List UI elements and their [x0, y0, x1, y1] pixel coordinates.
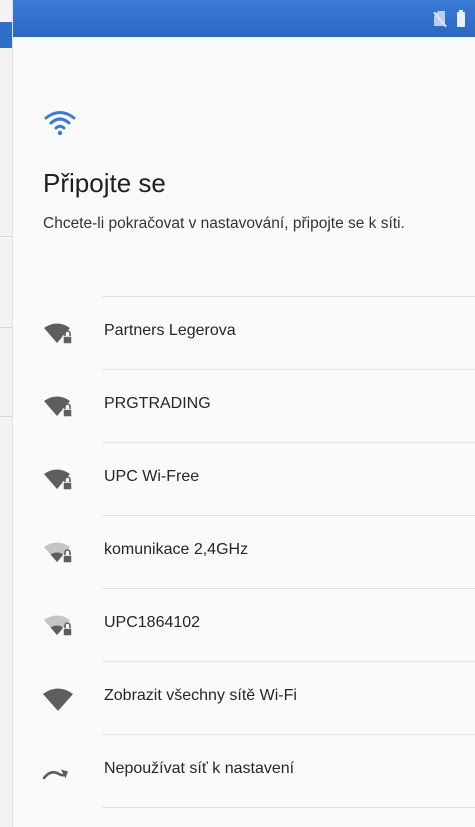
network-name: PRGTRADING	[104, 395, 211, 412]
wifi-icon	[43, 108, 77, 141]
network-item[interactable]: UPC Wi-Free	[13, 442, 475, 515]
show-all-networks-button[interactable]: Zobrazit všechny sítě Wi-Fi	[13, 661, 475, 734]
skip-network-label: Nepoužívat síť k nastavení	[104, 760, 295, 777]
wifi-lock-icon	[43, 467, 77, 493]
show-all-networks-label: Zobrazit všechny sítě Wi-Fi	[104, 687, 297, 704]
network-name: UPC Wi-Free	[104, 468, 200, 485]
wifi-lock-icon	[43, 321, 77, 347]
network-list: Partners Legerova PRGTRADING UPC Wi-Free…	[13, 296, 475, 808]
skip-arrow-icon	[42, 759, 77, 785]
connect-panel: Připojte se Chcete-li pokračovat v nasta…	[13, 0, 475, 827]
network-name: komunikace 2,4GHz	[104, 541, 249, 558]
network-item[interactable]: UPC1864102	[13, 588, 475, 661]
wifi-lock-icon	[43, 394, 77, 420]
skip-network-button[interactable]: Nepoužívat síť k nastavení	[13, 734, 475, 807]
network-name: UPC1864102	[104, 614, 201, 631]
network-item[interactable]: Partners Legerova	[13, 296, 475, 369]
no-sim-icon	[433, 11, 447, 28]
battery-icon	[457, 9, 465, 27]
wifi-lock-icon	[43, 613, 77, 639]
network-item[interactable]: komunikace 2,4GHz	[13, 515, 475, 588]
network-name: Partners Legerova	[104, 322, 236, 339]
network-item[interactable]: PRGTRADING	[13, 369, 475, 442]
page-subtitle: Chcete-li pokračovat v nastavování, přip…	[43, 215, 405, 232]
wifi-icon	[43, 686, 77, 712]
background-window-edge	[0, 0, 13, 827]
page-title: Připojte se	[43, 168, 166, 198]
wifi-lock-icon	[43, 540, 77, 566]
status-bar	[13, 0, 475, 37]
